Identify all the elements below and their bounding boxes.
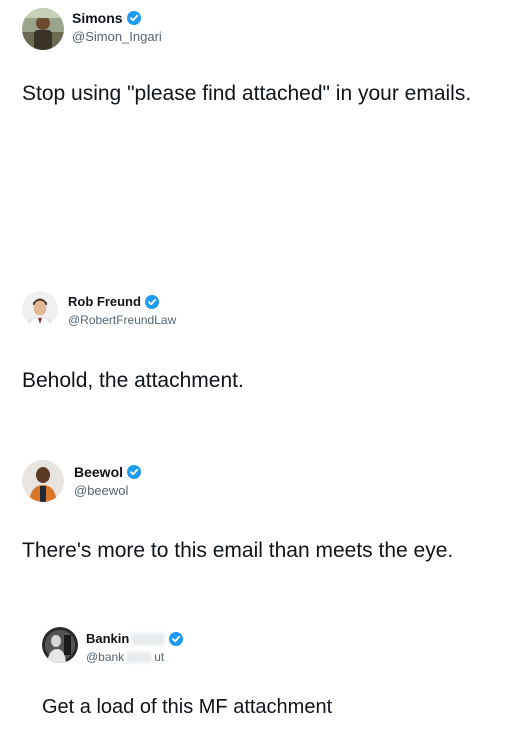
verified-badge-icon xyxy=(169,631,184,646)
post-banking: Bankin @bank ut Get a load of this MF at… xyxy=(0,622,525,730)
user-handle[interactable]: @bank ut xyxy=(86,650,164,664)
post-text: There's more to this email than meets th… xyxy=(22,539,454,562)
verified-badge-icon xyxy=(127,465,142,479)
display-name[interactable]: Rob Freund xyxy=(68,294,141,309)
redacted-name-blur xyxy=(131,632,166,645)
avatar[interactable] xyxy=(22,291,58,327)
handle-visible-part: @bank xyxy=(86,650,125,664)
handle-tail: ut xyxy=(154,650,165,664)
user-handle[interactable]: @RobertFreundLaw xyxy=(68,313,176,327)
verified-badge-icon xyxy=(144,294,159,309)
display-name[interactable]: Bankin xyxy=(86,631,129,646)
avatar[interactable] xyxy=(42,627,78,663)
redacted-handle-blur xyxy=(126,651,153,663)
user-handle[interactable]: @Simon_Ingari xyxy=(72,29,162,44)
user-handle[interactable]: @beewol xyxy=(74,483,128,498)
display-name[interactable]: Beewol xyxy=(74,464,123,480)
post-beewol: Beewol @beewol There's more to this emai… xyxy=(0,455,525,605)
avatar[interactable] xyxy=(22,460,64,502)
display-name[interactable]: Simons xyxy=(72,10,123,26)
verified-badge-icon xyxy=(126,11,141,25)
post-simons: Simons @Simon_Ingari Stop using "please … xyxy=(0,0,525,200)
post-rob-freund: Rob Freund @RobertFreundLaw Behold, the … xyxy=(0,285,525,425)
post-text: Behold, the attachment. xyxy=(22,369,244,392)
post-text: Stop using "please find attached" in you… xyxy=(22,82,472,105)
post-text: Get a load of this MF attachment xyxy=(42,696,333,718)
avatar[interactable] xyxy=(22,8,64,50)
